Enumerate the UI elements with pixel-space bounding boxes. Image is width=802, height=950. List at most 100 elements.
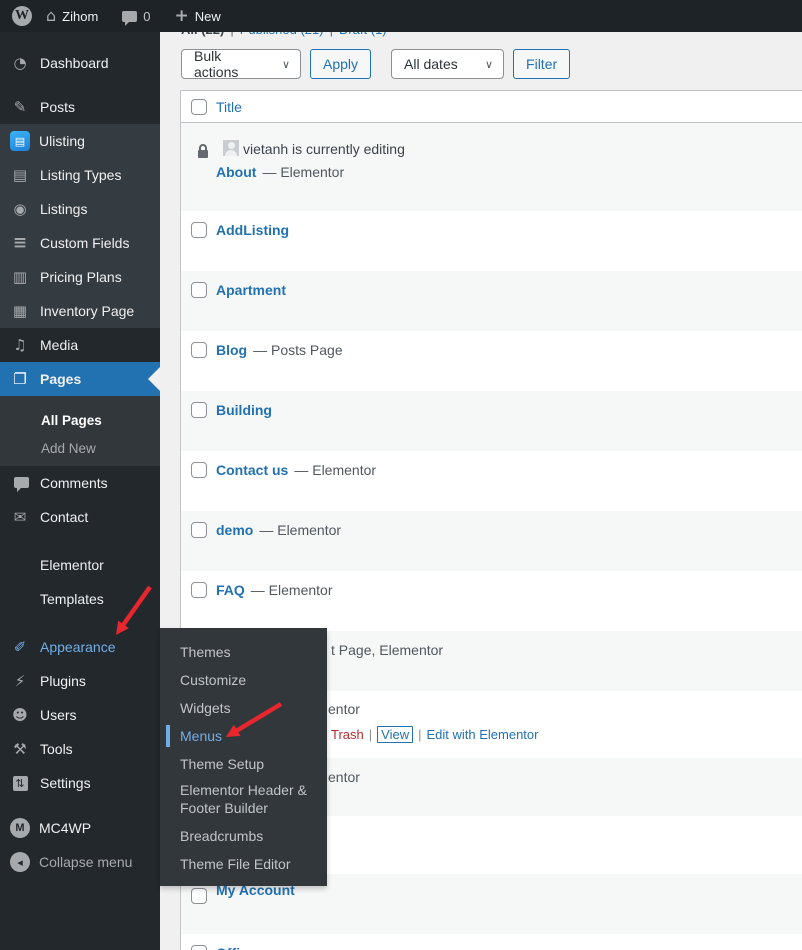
- sidebar-item-users[interactable]: ☻ Users: [0, 698, 160, 732]
- table-row: Office: [181, 934, 802, 950]
- page-title-link[interactable]: Apartment: [216, 282, 292, 298]
- row-checkbox[interactable]: [191, 342, 207, 358]
- bulk-actions-select[interactable]: Bulk actions ∨: [181, 49, 301, 79]
- sidebar-item-pages[interactable]: ❐ Pages: [0, 362, 160, 396]
- row-checkbox[interactable]: [191, 945, 207, 950]
- row-checkbox[interactable]: [191, 222, 207, 238]
- comment-count: 0: [143, 9, 150, 24]
- mc4wp-icon: M: [10, 818, 30, 838]
- page-title-fragment: entor: [328, 769, 360, 785]
- page-title-link[interactable]: About— Elementor: [216, 164, 344, 180]
- plus-icon: +: [175, 8, 189, 25]
- comments-bubble-icon: [122, 11, 137, 22]
- comments-menu[interactable]: 0: [122, 9, 150, 24]
- page-title-link[interactable]: Contact us— Elementor: [216, 462, 376, 478]
- dashboard-icon: ◔: [9, 56, 31, 71]
- sidebar-item-ulisting[interactable]: ▤ Ulisting: [0, 124, 160, 158]
- flyout-item-customize[interactable]: Customize: [160, 666, 327, 694]
- media-icon: ♫: [9, 338, 31, 353]
- table-row: Apartment: [181, 271, 802, 331]
- flyout-item-breadcrumbs[interactable]: Breadcrumbs: [160, 822, 327, 850]
- title-column-header[interactable]: Title: [216, 99, 242, 115]
- flyout-item-theme-file-editor[interactable]: Theme File Editor: [160, 850, 327, 878]
- row-actions: Trash|View|Edit with Elementor: [331, 727, 538, 742]
- sidebar-item-templates[interactable]: Templates: [0, 582, 160, 616]
- sidebar-item-pricing-plans[interactable]: ▥ Pricing Plans: [0, 260, 160, 294]
- edit-with-elementor-link[interactable]: Edit with Elementor: [426, 727, 538, 742]
- sidebar-item-custom-fields[interactable]: ≡ Custom Fields: [0, 226, 160, 260]
- flyout-item-theme-setup[interactable]: Theme Setup: [160, 750, 327, 778]
- select-all-checkbox[interactable]: [191, 99, 207, 115]
- sidebar-item-collapse-menu[interactable]: ◂ Collapse menu: [0, 845, 160, 879]
- table-row: AddListing: [181, 211, 802, 271]
- sidebar-item-inventory-page[interactable]: ▦ Inventory Page: [0, 294, 160, 328]
- flyout-item-elementor-header-footer-builder[interactable]: Elementor Header & Footer Builder: [160, 778, 327, 822]
- lock-icon: [198, 150, 208, 158]
- listing-types-icon: ▤: [9, 168, 31, 183]
- view-link-focused[interactable]: View: [377, 726, 413, 743]
- sidebar-item-listing-types[interactable]: ▤ Listing Types: [0, 158, 160, 192]
- pages-icon: ❐: [9, 372, 31, 387]
- site-name-menu[interactable]: ⌂ Zihom: [46, 8, 98, 24]
- sidebar-item-listings[interactable]: ◉ Listings: [0, 192, 160, 226]
- user-icon: ☻: [9, 708, 31, 723]
- table-row: Building: [181, 391, 802, 451]
- comments-bubble-icon: [9, 476, 31, 491]
- custom-fields-icon: ≡: [9, 235, 31, 252]
- row-checkbox[interactable]: [191, 402, 207, 418]
- sidebar-item-appearance[interactable]: ✐ Appearance: [0, 630, 160, 664]
- posts-pushpin-icon: ✎: [9, 100, 31, 115]
- row-checkbox[interactable]: [191, 582, 207, 598]
- row-checkbox[interactable]: [191, 282, 207, 298]
- sidebar-item-elementor[interactable]: Elementor: [0, 548, 160, 582]
- flyout-item-menus[interactable]: Menus: [160, 722, 327, 750]
- page-title-fragment: entor: [328, 701, 360, 717]
- page-title-link[interactable]: Blog— Posts Page: [216, 342, 343, 358]
- table-row: FAQ— Elementor: [181, 571, 802, 631]
- settings-sliders-icon: ⇅: [9, 776, 31, 791]
- row-checkbox[interactable]: [191, 462, 207, 478]
- page-title-fragment: t Page, Elementor: [331, 642, 443, 658]
- page-title-link[interactable]: Office: [216, 945, 256, 950]
- table-row: demo— Elementor: [181, 511, 802, 571]
- filter-button[interactable]: Filter: [513, 49, 570, 79]
- all-dates-select[interactable]: All dates ∨: [391, 49, 504, 79]
- new-content-menu[interactable]: + New: [175, 8, 221, 25]
- submenu-item-add-new[interactable]: Add New: [0, 434, 160, 462]
- table-row: Contact us— Elementor: [181, 451, 802, 511]
- row-checkbox[interactable]: [191, 888, 207, 904]
- wordpress-logo-icon[interactable]: W: [12, 6, 32, 26]
- table-toolbar: Bulk actions ∨ Apply All dates ∨ Filter: [181, 49, 570, 79]
- page-title-link[interactable]: demo— Elementor: [216, 522, 341, 538]
- home-icon: ⌂: [46, 8, 56, 24]
- sidebar-item-comments[interactable]: Comments: [0, 466, 160, 500]
- ulisting-icon: ▤: [10, 131, 30, 151]
- submenu-item-all-pages[interactable]: All Pages: [0, 406, 160, 434]
- pages-submenu: All Pages Add New: [0, 396, 160, 466]
- table-header: Title: [181, 91, 802, 123]
- tools-wrench-icon: ⚒: [9, 742, 31, 757]
- sidebar-item-contact[interactable]: ✉ Contact: [0, 500, 160, 534]
- sidebar-item-posts[interactable]: ✎ Posts: [0, 90, 160, 124]
- page-title-link[interactable]: FAQ— Elementor: [216, 582, 332, 598]
- table-row-about-locked: vietanh is currently editing About— Elem…: [181, 123, 802, 211]
- trash-link[interactable]: Trash: [331, 727, 364, 742]
- page-title-link[interactable]: Building: [216, 402, 278, 418]
- sidebar-item-plugins[interactable]: ⚡ Plugins: [0, 664, 160, 698]
- pricing-plans-icon: ▥: [9, 270, 31, 285]
- sidebar-item-settings[interactable]: ⇅ Settings: [0, 766, 160, 800]
- sidebar-item-tools[interactable]: ⚒ Tools: [0, 732, 160, 766]
- location-pin-icon: ◉: [9, 202, 31, 217]
- envelope-icon: ✉: [9, 510, 31, 525]
- sidebar-item-mc4wp[interactable]: M MC4WP: [0, 811, 160, 845]
- plugin-icon: ⚡: [9, 674, 31, 689]
- sidebar-item-dashboard[interactable]: ◔ Dashboard: [0, 46, 160, 80]
- inventory-grid-icon: ▦: [9, 304, 31, 319]
- page-title-link[interactable]: AddListing: [216, 222, 295, 238]
- row-checkbox[interactable]: [191, 522, 207, 538]
- sidebar-item-media[interactable]: ♫ Media: [0, 328, 160, 362]
- apply-button[interactable]: Apply: [310, 49, 371, 79]
- flyout-item-widgets[interactable]: Widgets: [160, 694, 327, 722]
- flyout-item-themes[interactable]: Themes: [160, 638, 327, 666]
- active-item-arrow: [148, 367, 160, 391]
